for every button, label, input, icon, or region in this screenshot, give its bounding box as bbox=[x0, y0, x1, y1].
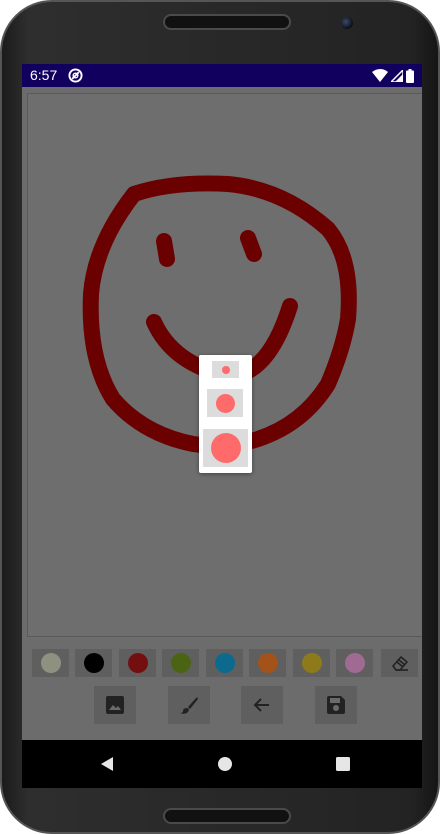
light-gray-dot bbox=[40, 653, 61, 673]
blue-dot bbox=[214, 653, 235, 673]
action-toolbar bbox=[22, 686, 422, 724]
color-swatch-pink[interactable] bbox=[336, 649, 373, 677]
status-bar: 6:57 bbox=[22, 64, 422, 87]
paint-app bbox=[22, 87, 422, 740]
orange-dot bbox=[257, 653, 278, 673]
image-icon bbox=[106, 696, 124, 714]
pink-dot bbox=[344, 653, 365, 673]
eraser-icon bbox=[391, 656, 408, 671]
arrow-left-icon bbox=[253, 698, 269, 712]
olive-green-dot bbox=[170, 653, 191, 673]
save-button[interactable] bbox=[315, 686, 357, 724]
mustard-dot bbox=[301, 653, 322, 673]
undo-button[interactable] bbox=[241, 686, 283, 724]
color-swatch-orange[interactable] bbox=[249, 649, 286, 677]
color-swatch-olive-green[interactable] bbox=[162, 649, 199, 677]
brush-button[interactable] bbox=[168, 686, 210, 724]
status-indicators bbox=[372, 68, 414, 83]
black-dot bbox=[83, 653, 104, 673]
bottom-speaker bbox=[163, 808, 291, 824]
smiley-right-eye-stroke bbox=[240, 230, 262, 262]
large-dot-icon bbox=[210, 433, 241, 463]
recents-icon bbox=[336, 757, 350, 771]
brush-size-popup bbox=[199, 355, 252, 473]
color-swatch-blue[interactable] bbox=[206, 649, 243, 677]
device-screen: 6:57 bbox=[22, 64, 422, 788]
back-icon bbox=[101, 757, 113, 771]
brush-size-large-button[interactable] bbox=[203, 429, 248, 467]
small-dot-icon bbox=[221, 365, 230, 374]
status-time: 6:57 bbox=[30, 67, 58, 83]
color-swatch-light-gray[interactable] bbox=[32, 649, 69, 677]
color-swatch-mustard[interactable] bbox=[293, 649, 330, 677]
smiley-left-eye-stroke bbox=[156, 233, 175, 267]
brush-icon bbox=[180, 697, 198, 714]
system-navigation-bar bbox=[22, 740, 422, 788]
color-swatch-dark-red[interactable] bbox=[119, 649, 156, 677]
dark-red-dot bbox=[127, 653, 148, 673]
nav-back-button[interactable] bbox=[83, 740, 131, 788]
save-icon bbox=[327, 696, 345, 714]
gallery-button[interactable] bbox=[94, 686, 136, 724]
brush-size-medium-button[interactable] bbox=[207, 389, 243, 417]
battery-icon bbox=[406, 68, 414, 83]
eraser-button[interactable] bbox=[381, 649, 418, 677]
nav-home-button[interactable] bbox=[201, 740, 249, 788]
wifi-icon bbox=[372, 69, 388, 82]
earpiece-speaker bbox=[163, 14, 291, 30]
medium-dot-icon bbox=[215, 393, 235, 413]
color-swatch-black[interactable] bbox=[75, 649, 112, 677]
notification-app-icon bbox=[68, 68, 83, 83]
home-icon bbox=[218, 757, 232, 771]
color-palette bbox=[32, 649, 420, 679]
cell-signal-icon bbox=[391, 69, 403, 82]
front-camera bbox=[341, 17, 353, 29]
device-frame: 6:57 bbox=[0, 0, 440, 834]
nav-recents-button[interactable] bbox=[319, 740, 367, 788]
brush-size-small-button[interactable] bbox=[212, 361, 239, 378]
